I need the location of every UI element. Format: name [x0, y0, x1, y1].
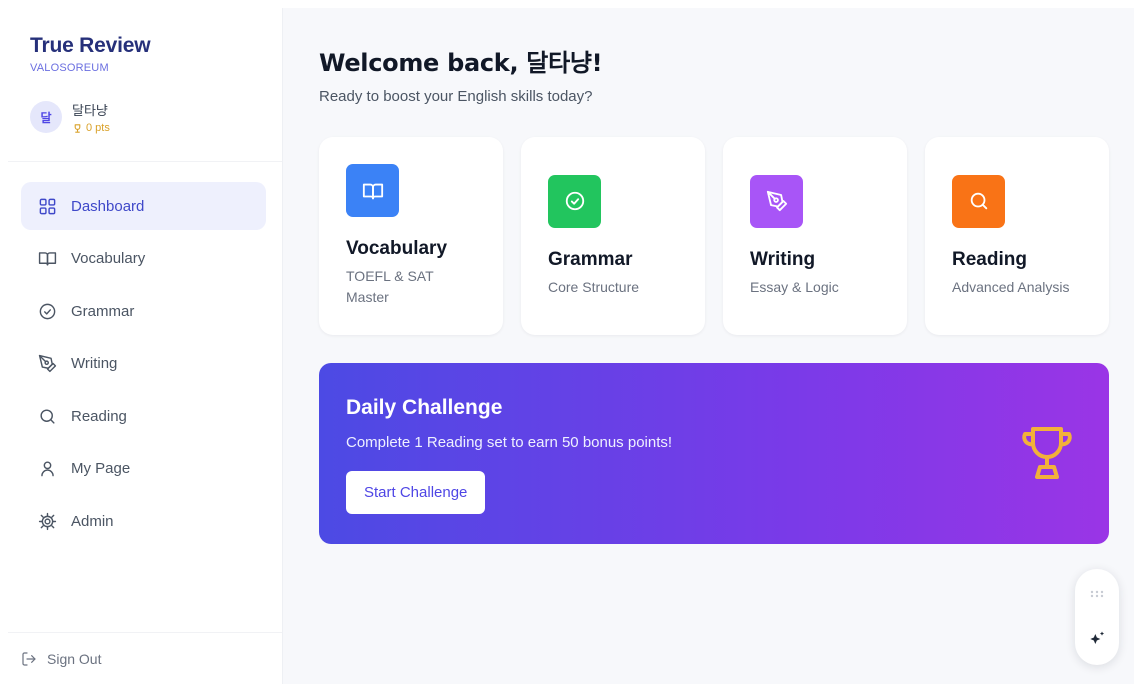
book-icon [38, 252, 57, 266]
divider [8, 161, 282, 162]
card-title: Reading [952, 248, 1027, 270]
page-title: Welcome back, 달타냥! [319, 49, 603, 77]
challenge-description: Complete 1 Reading set to earn 50 bonus … [346, 434, 673, 451]
check-circle-icon [565, 191, 584, 211]
log-out-icon [22, 652, 36, 666]
trophy-small-icon [74, 123, 81, 133]
card-vocabulary[interactable]: Vocabulary TOEFL & SAT Master [319, 137, 503, 335]
challenge-title: Daily Challenge [346, 396, 503, 419]
sidebar-item-admin[interactable]: Admin [21, 497, 266, 545]
check-circle-icon [39, 303, 56, 319]
user-points-label: 0 pts [86, 122, 110, 134]
page-subtitle: Ready to boost your English skills today… [319, 88, 593, 105]
card-icon-tile [750, 174, 803, 228]
card-icon-tile [952, 174, 1005, 228]
card-reading[interactable]: Reading Advanced Analysis [925, 137, 1109, 335]
sign-out-button[interactable]: Sign Out [21, 651, 101, 667]
card-title: Writing [750, 248, 816, 270]
pen-tool-icon [38, 354, 57, 373]
sidebar-item-label: Grammar [71, 302, 135, 320]
card-icon-tile [548, 174, 601, 228]
sidebar-item-grammar[interactable]: Grammar [21, 287, 266, 335]
sidebar-item-label: Vocabulary [71, 250, 146, 267]
sidebar-item-writing[interactable]: Writing [21, 340, 266, 388]
sparkle-icon[interactable] [1087, 629, 1107, 649]
start-challenge-button[interactable]: Start Challenge [346, 471, 486, 514]
sidebar-nav: Dashboard Vocabulary Grammar Writing Rea… [21, 182, 266, 550]
user-points: 0 pts [72, 122, 110, 134]
card-subtitle: Essay & Logic [750, 278, 839, 295]
brand: True Review VALOSOREUM [30, 34, 151, 74]
sidebar-item-reading[interactable]: Reading [21, 392, 266, 440]
avatar: 달 [30, 101, 62, 133]
sidebar-item-label: Dashboard [71, 197, 145, 215]
pen-tool-icon [766, 190, 787, 212]
app-window: True Review VALOSOREUM 달 달타냥 0 pts Dashb… [8, 8, 1134, 684]
sidebar-item-label: Writing [71, 355, 118, 372]
welcome-header: Welcome back, 달타냥! Ready to boost your E… [319, 43, 603, 105]
search-icon [970, 192, 987, 210]
drag-handle-icon[interactable] [1089, 589, 1105, 599]
grid-icon [39, 198, 56, 214]
daily-challenge-banner: Daily Challenge Complete 1 Reading set t… [319, 363, 1109, 544]
card-writing[interactable]: Writing Essay & Logic [723, 137, 907, 335]
card-title: Grammar [548, 248, 633, 270]
trophy-icon [1022, 427, 1072, 479]
user-name: 달타냥 [72, 104, 108, 119]
card-title: Vocabulary [346, 238, 448, 259]
card-icon-tile [346, 164, 399, 217]
search-icon [40, 408, 55, 424]
brand-title: True Review [30, 34, 151, 57]
card-subtitle: Advanced Analysis [952, 278, 1070, 295]
card-subtitle: Core Structure [548, 278, 640, 295]
divider [8, 632, 282, 633]
sidebar-item-my-page[interactable]: My Page [21, 445, 266, 493]
card-grammar[interactable]: Grammar Core Structure [521, 137, 705, 335]
gear-icon [38, 512, 57, 530]
sidebar-item-dashboard[interactable]: Dashboard [21, 182, 266, 230]
sidebar-item-vocabulary[interactable]: Vocabulary [21, 235, 266, 283]
sidebar-item-label: My Page [71, 460, 131, 477]
main-content: Welcome back, 달타냥! Ready to boost your E… [283, 8, 1134, 684]
sidebar: True Review VALOSOREUM 달 달타냥 0 pts Dashb… [8, 8, 283, 684]
sidebar-item-label: Admin [71, 512, 114, 530]
book-icon [362, 183, 383, 199]
user-icon [41, 461, 54, 477]
user-profile: 달 달타냥 0 pts [30, 100, 110, 134]
sign-out-label: Sign Out [47, 651, 102, 667]
floating-widget [1075, 569, 1119, 665]
card-subtitle: TOEFL & SAT Master [346, 268, 434, 305]
brand-subtitle: VALOSOREUM [30, 62, 109, 74]
sidebar-item-label: Reading [71, 407, 127, 425]
module-cards: Vocabulary TOEFL & SAT Master Grammar Co… [319, 137, 1109, 335]
